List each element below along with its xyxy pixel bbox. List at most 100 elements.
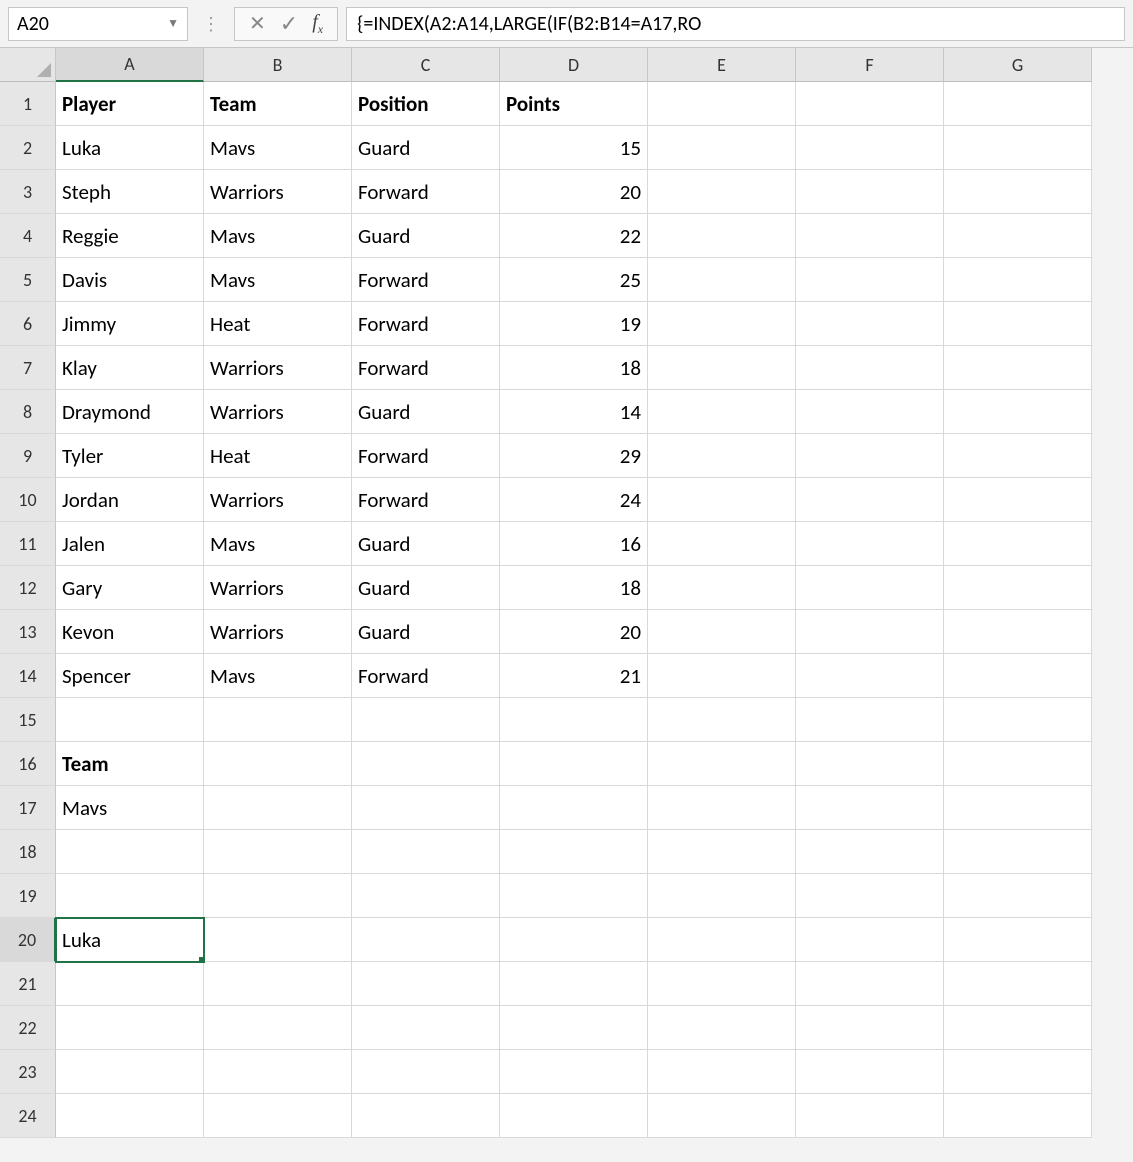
row-header-14[interactable]: 14 (0, 654, 56, 698)
cell-D6[interactable]: 19 (500, 302, 648, 346)
cell-D8[interactable]: 14 (500, 390, 648, 434)
cell-E9[interactable] (648, 434, 796, 478)
cell-E11[interactable] (648, 522, 796, 566)
cell-D14[interactable]: 21 (500, 654, 648, 698)
cell-G9[interactable] (944, 434, 1092, 478)
cell-B8[interactable]: Warriors (204, 390, 352, 434)
cell-D9[interactable]: 29 (500, 434, 648, 478)
cell-E3[interactable] (648, 170, 796, 214)
cell-G2[interactable] (944, 126, 1092, 170)
cell-B9[interactable]: Heat (204, 434, 352, 478)
cell-D23[interactable] (500, 1050, 648, 1094)
row-header-10[interactable]: 10 (0, 478, 56, 522)
cell-A20[interactable]: Luka (56, 918, 204, 962)
cell-F14[interactable] (796, 654, 944, 698)
cell-B11[interactable]: Mavs (204, 522, 352, 566)
cell-F6[interactable] (796, 302, 944, 346)
cell-E7[interactable] (648, 346, 796, 390)
vertical-dots-icon[interactable]: ⋮ (196, 13, 226, 35)
cell-G1[interactable] (944, 82, 1092, 126)
chevron-down-icon[interactable]: ▼ (167, 16, 179, 31)
cell-B13[interactable]: Warriors (204, 610, 352, 654)
row-header-15[interactable]: 15 (0, 698, 56, 742)
cell-G21[interactable] (944, 962, 1092, 1006)
cell-B14[interactable]: Mavs (204, 654, 352, 698)
cell-C12[interactable]: Guard (352, 566, 500, 610)
cell-F18[interactable] (796, 830, 944, 874)
cell-F4[interactable] (796, 214, 944, 258)
cell-D10[interactable]: 24 (500, 478, 648, 522)
cell-C11[interactable]: Guard (352, 522, 500, 566)
cell-A21[interactable] (56, 962, 204, 1006)
cell-F15[interactable] (796, 698, 944, 742)
cell-B5[interactable]: Mavs (204, 258, 352, 302)
cell-G15[interactable] (944, 698, 1092, 742)
cell-B24[interactable] (204, 1094, 352, 1138)
cell-A8[interactable]: Draymond (56, 390, 204, 434)
enter-icon[interactable]: ✓ (280, 10, 298, 37)
cell-D16[interactable] (500, 742, 648, 786)
cell-C6[interactable]: Forward (352, 302, 500, 346)
cell-A9[interactable]: Tyler (56, 434, 204, 478)
cell-B10[interactable]: Warriors (204, 478, 352, 522)
cell-C3[interactable]: Forward (352, 170, 500, 214)
cell-E20[interactable] (648, 918, 796, 962)
cell-C20[interactable] (352, 918, 500, 962)
cell-D20[interactable] (500, 918, 648, 962)
cell-D5[interactable]: 25 (500, 258, 648, 302)
column-header-D[interactable]: D (500, 48, 648, 82)
cell-C1[interactable]: Position (352, 82, 500, 126)
cell-B4[interactable]: Mavs (204, 214, 352, 258)
row-header-5[interactable]: 5 (0, 258, 56, 302)
cell-G17[interactable] (944, 786, 1092, 830)
cell-C24[interactable] (352, 1094, 500, 1138)
cell-A12[interactable]: Gary (56, 566, 204, 610)
column-header-C[interactable]: C (352, 48, 500, 82)
column-header-E[interactable]: E (648, 48, 796, 82)
row-header-7[interactable]: 7 (0, 346, 56, 390)
cell-C4[interactable]: Guard (352, 214, 500, 258)
cell-E15[interactable] (648, 698, 796, 742)
cell-E4[interactable] (648, 214, 796, 258)
cell-E6[interactable] (648, 302, 796, 346)
cell-E2[interactable] (648, 126, 796, 170)
cell-G5[interactable] (944, 258, 1092, 302)
cell-C15[interactable] (352, 698, 500, 742)
cell-F12[interactable] (796, 566, 944, 610)
cell-E5[interactable] (648, 258, 796, 302)
column-header-B[interactable]: B (204, 48, 352, 82)
row-header-19[interactable]: 19 (0, 874, 56, 918)
name-box[interactable]: A20 ▼ (8, 7, 188, 41)
cell-F9[interactable] (796, 434, 944, 478)
cell-D12[interactable]: 18 (500, 566, 648, 610)
row-header-11[interactable]: 11 (0, 522, 56, 566)
cell-G24[interactable] (944, 1094, 1092, 1138)
cell-D18[interactable] (500, 830, 648, 874)
row-header-13[interactable]: 13 (0, 610, 56, 654)
cell-D24[interactable] (500, 1094, 648, 1138)
cell-G23[interactable] (944, 1050, 1092, 1094)
cell-A23[interactable] (56, 1050, 204, 1094)
cell-A24[interactable] (56, 1094, 204, 1138)
cell-D4[interactable]: 22 (500, 214, 648, 258)
cell-E12[interactable] (648, 566, 796, 610)
cell-F11[interactable] (796, 522, 944, 566)
cell-A16[interactable]: Team (56, 742, 204, 786)
cell-C14[interactable]: Forward (352, 654, 500, 698)
cell-D19[interactable] (500, 874, 648, 918)
cell-G22[interactable] (944, 1006, 1092, 1050)
cell-C2[interactable]: Guard (352, 126, 500, 170)
cell-C7[interactable]: Forward (352, 346, 500, 390)
cell-D7[interactable]: 18 (500, 346, 648, 390)
cell-E21[interactable] (648, 962, 796, 1006)
row-header-8[interactable]: 8 (0, 390, 56, 434)
column-header-A[interactable]: A (56, 48, 204, 82)
cell-A18[interactable] (56, 830, 204, 874)
cell-F24[interactable] (796, 1094, 944, 1138)
row-header-22[interactable]: 22 (0, 1006, 56, 1050)
cell-G11[interactable] (944, 522, 1092, 566)
row-header-6[interactable]: 6 (0, 302, 56, 346)
cell-C5[interactable]: Forward (352, 258, 500, 302)
cell-B12[interactable]: Warriors (204, 566, 352, 610)
cell-G8[interactable] (944, 390, 1092, 434)
